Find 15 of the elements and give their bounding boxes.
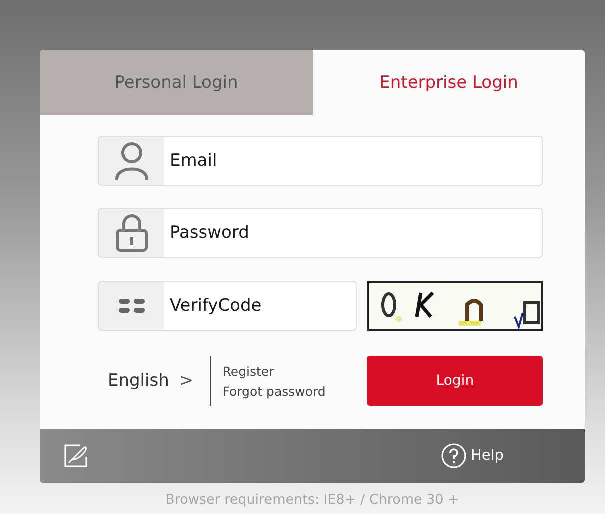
link[interactable]: Register xyxy=(222,364,368,378)
input-field[interactable]: Email xyxy=(98,136,543,186)
requirements-text: Browser requirements: IE8+ / Chrome 30 + xyxy=(164,492,460,508)
login-button[interactable]: Login xyxy=(367,356,543,406)
lock-icon xyxy=(114,214,148,252)
input-field[interactable]: VerifyCode xyxy=(98,281,357,331)
help-icon xyxy=(440,443,467,469)
user-icon xyxy=(114,142,148,180)
link[interactable]: Forgot password xyxy=(222,384,368,398)
input-field[interactable]: Password xyxy=(98,208,543,258)
language-selector[interactable]: English > xyxy=(98,371,210,391)
tab[interactable]: Personal Login xyxy=(40,50,313,115)
help-button[interactable]: Help xyxy=(440,443,504,469)
grid-icon xyxy=(118,298,146,314)
edit-icon[interactable] xyxy=(64,444,88,468)
